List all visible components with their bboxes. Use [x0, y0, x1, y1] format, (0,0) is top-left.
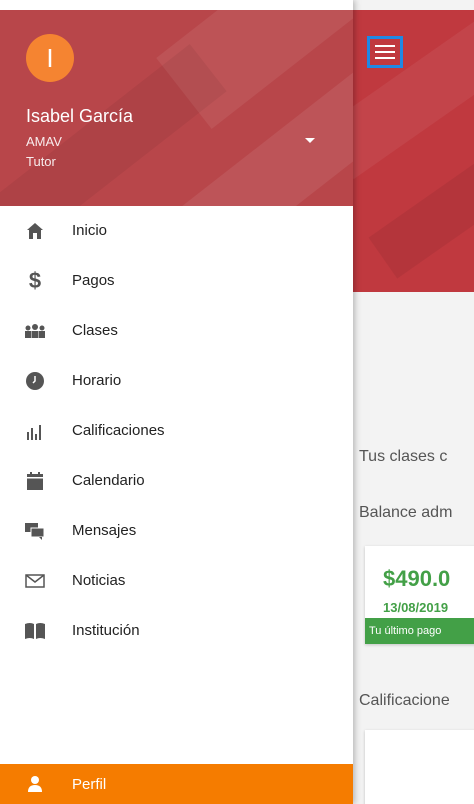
menu-item-label: Institución [72, 622, 140, 639]
main-content: Tus clases c Balance adm $490.0 13/08/20… [353, 0, 474, 804]
menu-item-institucion[interactable]: Institución [0, 606, 353, 656]
clock-icon [24, 370, 46, 392]
menu-item-label: Pagos [72, 272, 115, 289]
avatar: I [26, 34, 74, 82]
menu-item-calificaciones[interactable]: Calificaciones [0, 406, 353, 456]
drawer-menu: Inicio $ Pagos Clases Horario Calificaci… [0, 206, 353, 656]
user-role: Tutor [26, 154, 56, 169]
menu-item-pagos[interactable]: $ Pagos [0, 256, 353, 306]
app-header [353, 10, 474, 292]
book-icon [24, 620, 46, 642]
balance-section-title: Balance adm [359, 504, 453, 521]
menu-item-label: Inicio [72, 222, 108, 239]
menu-item-mensajes[interactable]: Mensajes [0, 506, 353, 556]
drawer-header: I Isabel García AMAV Tutor [0, 10, 353, 206]
grades-section-title: Calificacione [359, 692, 450, 709]
person-icon [24, 774, 46, 794]
classes-section-title: Tus clases c [359, 448, 448, 465]
user-name: Isabel García [26, 106, 134, 126]
envelope-icon [24, 570, 46, 592]
menu-item-label: Horario [72, 372, 122, 389]
menu-item-label: Mensajes [72, 522, 137, 539]
grades-card[interactable] [365, 730, 474, 804]
user-institution: AMAV [26, 134, 62, 149]
menu-item-label: Clases [72, 322, 118, 339]
menu-item-label: Calendario [72, 472, 145, 489]
menu-item-perfil[interactable]: Perfil [0, 764, 353, 804]
bar-chart-icon [24, 420, 46, 442]
balance-amount: $490.0 [383, 566, 451, 591]
home-icon [24, 220, 46, 242]
menu-item-calendario[interactable]: Calendario [0, 456, 353, 506]
balance-card[interactable]: $490.0 13/08/2019 Tu último pago [365, 546, 474, 644]
people-icon [24, 320, 46, 342]
navigation-drawer: I Isabel García AMAV Tutor Inicio $ Pago… [0, 0, 353, 804]
chat-icon [24, 520, 46, 542]
menu-item-label: Calificaciones [72, 422, 165, 439]
balance-date: 13/08/2019 [383, 600, 449, 615]
menu-item-horario[interactable]: Horario [0, 356, 353, 406]
menu-item-label: Noticias [72, 572, 126, 589]
menu-item-clases[interactable]: Clases [0, 306, 353, 356]
menu-item-label: Perfil [72, 776, 107, 793]
menu-icon[interactable] [367, 36, 403, 68]
last-payment-footer: Tu último pago [365, 618, 474, 644]
menu-item-noticias[interactable]: Noticias [0, 556, 353, 606]
calendar-icon [24, 470, 46, 492]
menu-item-inicio[interactable]: Inicio [0, 206, 353, 256]
dollar-icon: $ [28, 268, 42, 293]
account-dropdown-icon[interactable] [300, 134, 320, 150]
